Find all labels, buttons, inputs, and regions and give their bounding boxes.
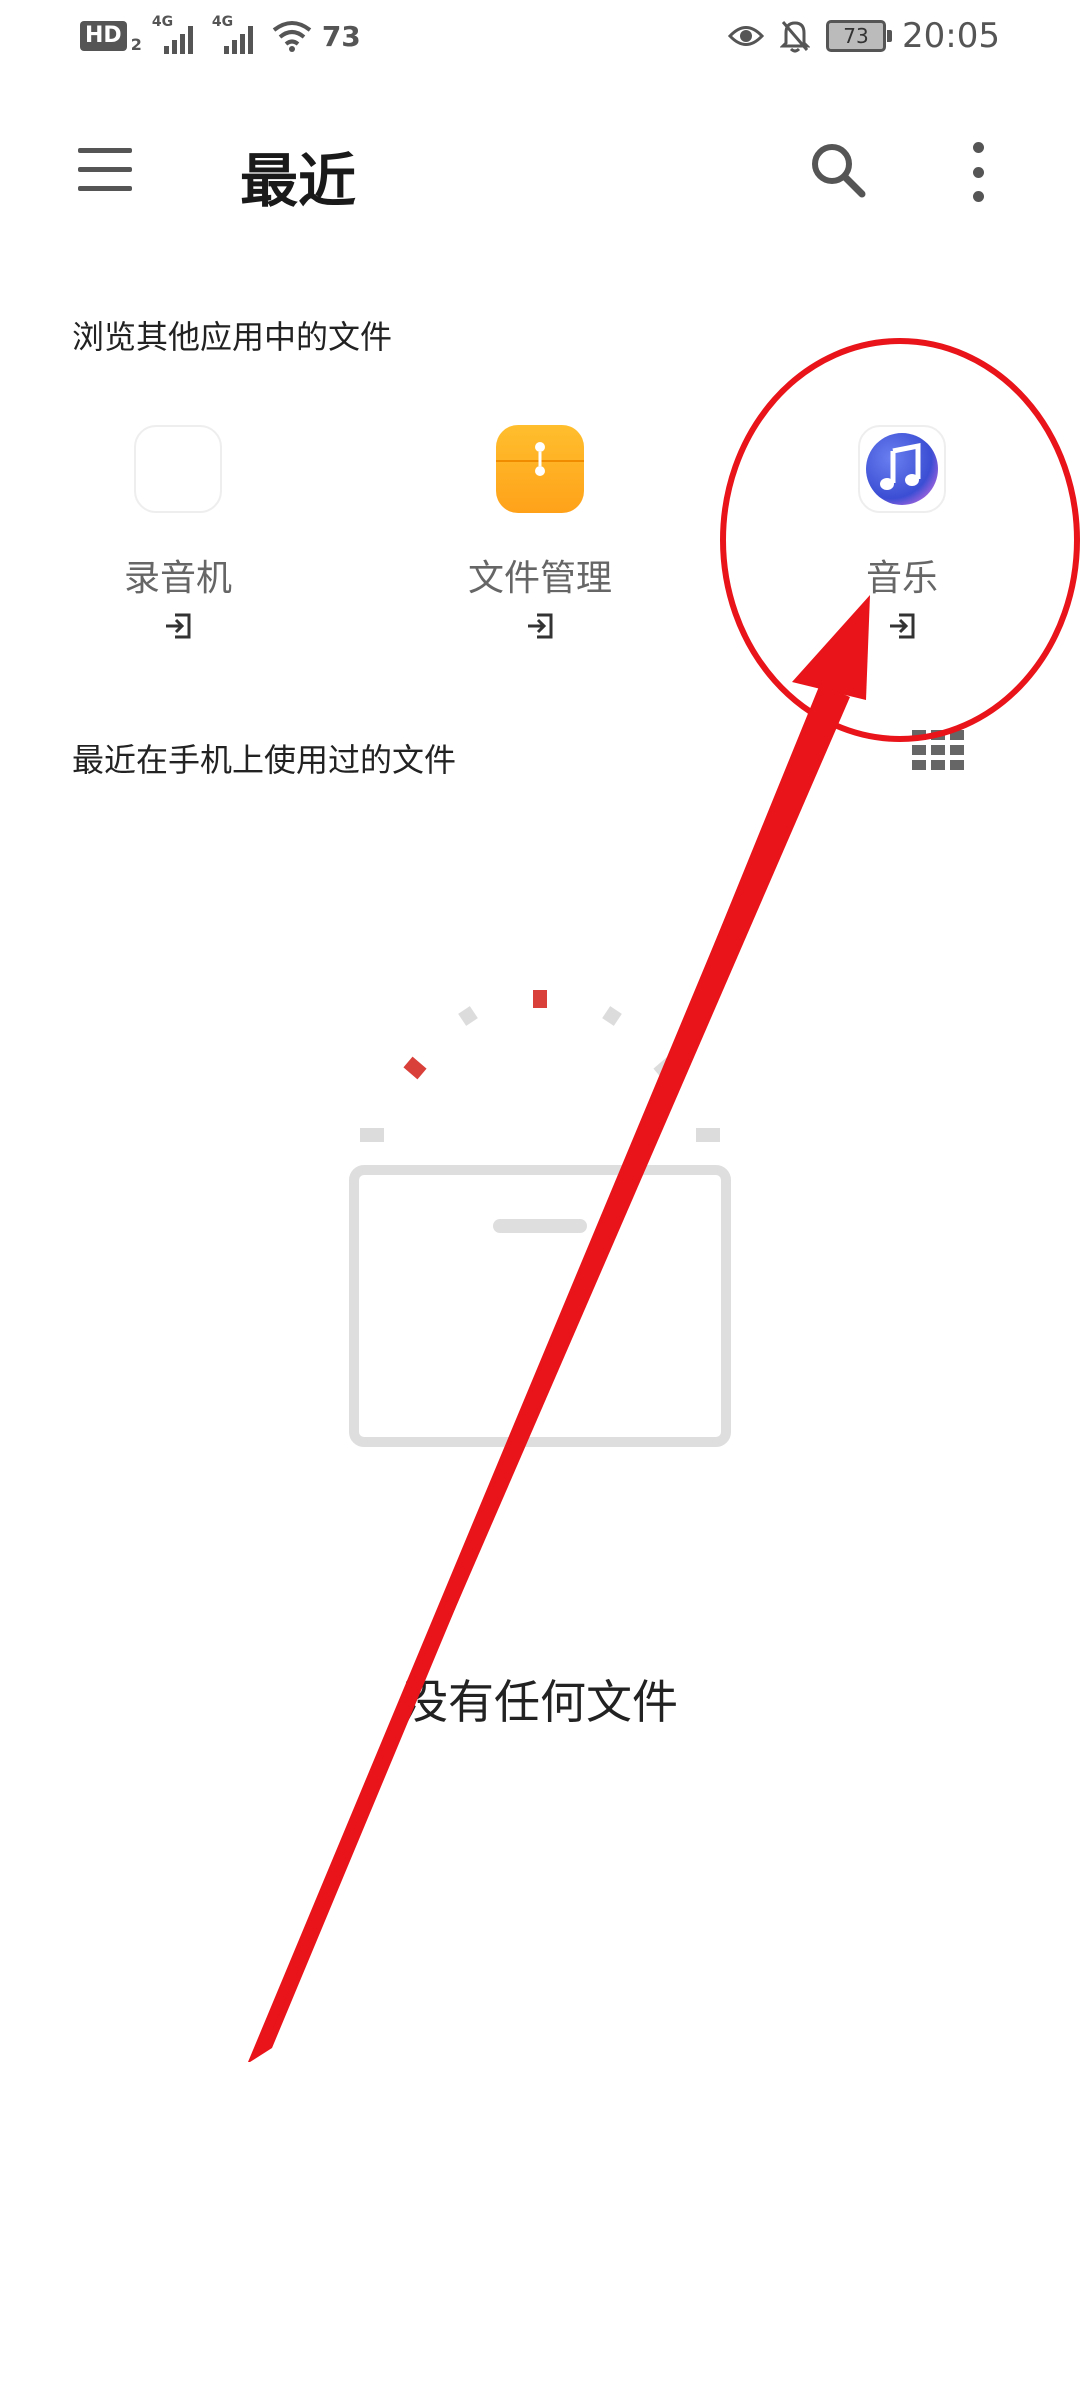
app-file-manager[interactable]: 文件管理 — [390, 425, 690, 645]
browse-section-title: 浏览其他应用中的文件 — [72, 318, 393, 356]
wifi-speed-value: 73 — [321, 19, 361, 53]
music-note-icon — [858, 425, 946, 513]
bell-muted-icon — [780, 21, 811, 53]
empty-box-illustration — [349, 990, 731, 1447]
menu-icon[interactable] — [78, 148, 136, 192]
file-folder-icon — [496, 425, 584, 513]
open-arrow-icon — [528, 613, 553, 639]
battery-icon: 73 — [826, 20, 893, 52]
more-options-icon[interactable] — [966, 142, 990, 202]
open-arrow-icon — [166, 613, 191, 639]
hd-badge: HD — [80, 21, 127, 51]
wifi-icon — [272, 21, 312, 52]
app-music[interactable]: 音乐 — [752, 425, 1052, 645]
eye-icon — [728, 26, 765, 46]
app-music-label: 音乐 — [865, 558, 938, 599]
grid-view-icon[interactable] — [912, 730, 964, 770]
clock: 20:05 — [902, 16, 1000, 56]
app-recorder-label: 录音机 — [123, 558, 232, 599]
signal-1-icon: 4G — [152, 14, 202, 54]
apps-row: 录音机 文件管理 音乐 — [0, 425, 1080, 645]
status-right: 73 20:05 — [728, 16, 1000, 56]
hd-sub-label: 2 — [130, 35, 142, 54]
app-file-manager-label: 文件管理 — [467, 558, 612, 599]
status-left: HD 2 4G 4G 73 — [80, 14, 361, 54]
status-bar: HD 2 4G 4G 73 73 20:05 — [0, 0, 1080, 72]
recent-section-title: 最近在手机上使用过的文件 — [72, 741, 457, 779]
signal-2-icon: 4G — [212, 14, 262, 54]
app-recorder[interactable]: 录音机 — [28, 425, 328, 645]
app-bar: 最近 — [0, 120, 1080, 224]
page-title: 最近 — [240, 147, 357, 215]
recorder-waveform-icon — [134, 425, 222, 513]
empty-state-text: 没有任何文件 — [402, 1675, 678, 1729]
open-arrow-icon — [890, 613, 915, 639]
search-icon[interactable] — [808, 140, 868, 200]
